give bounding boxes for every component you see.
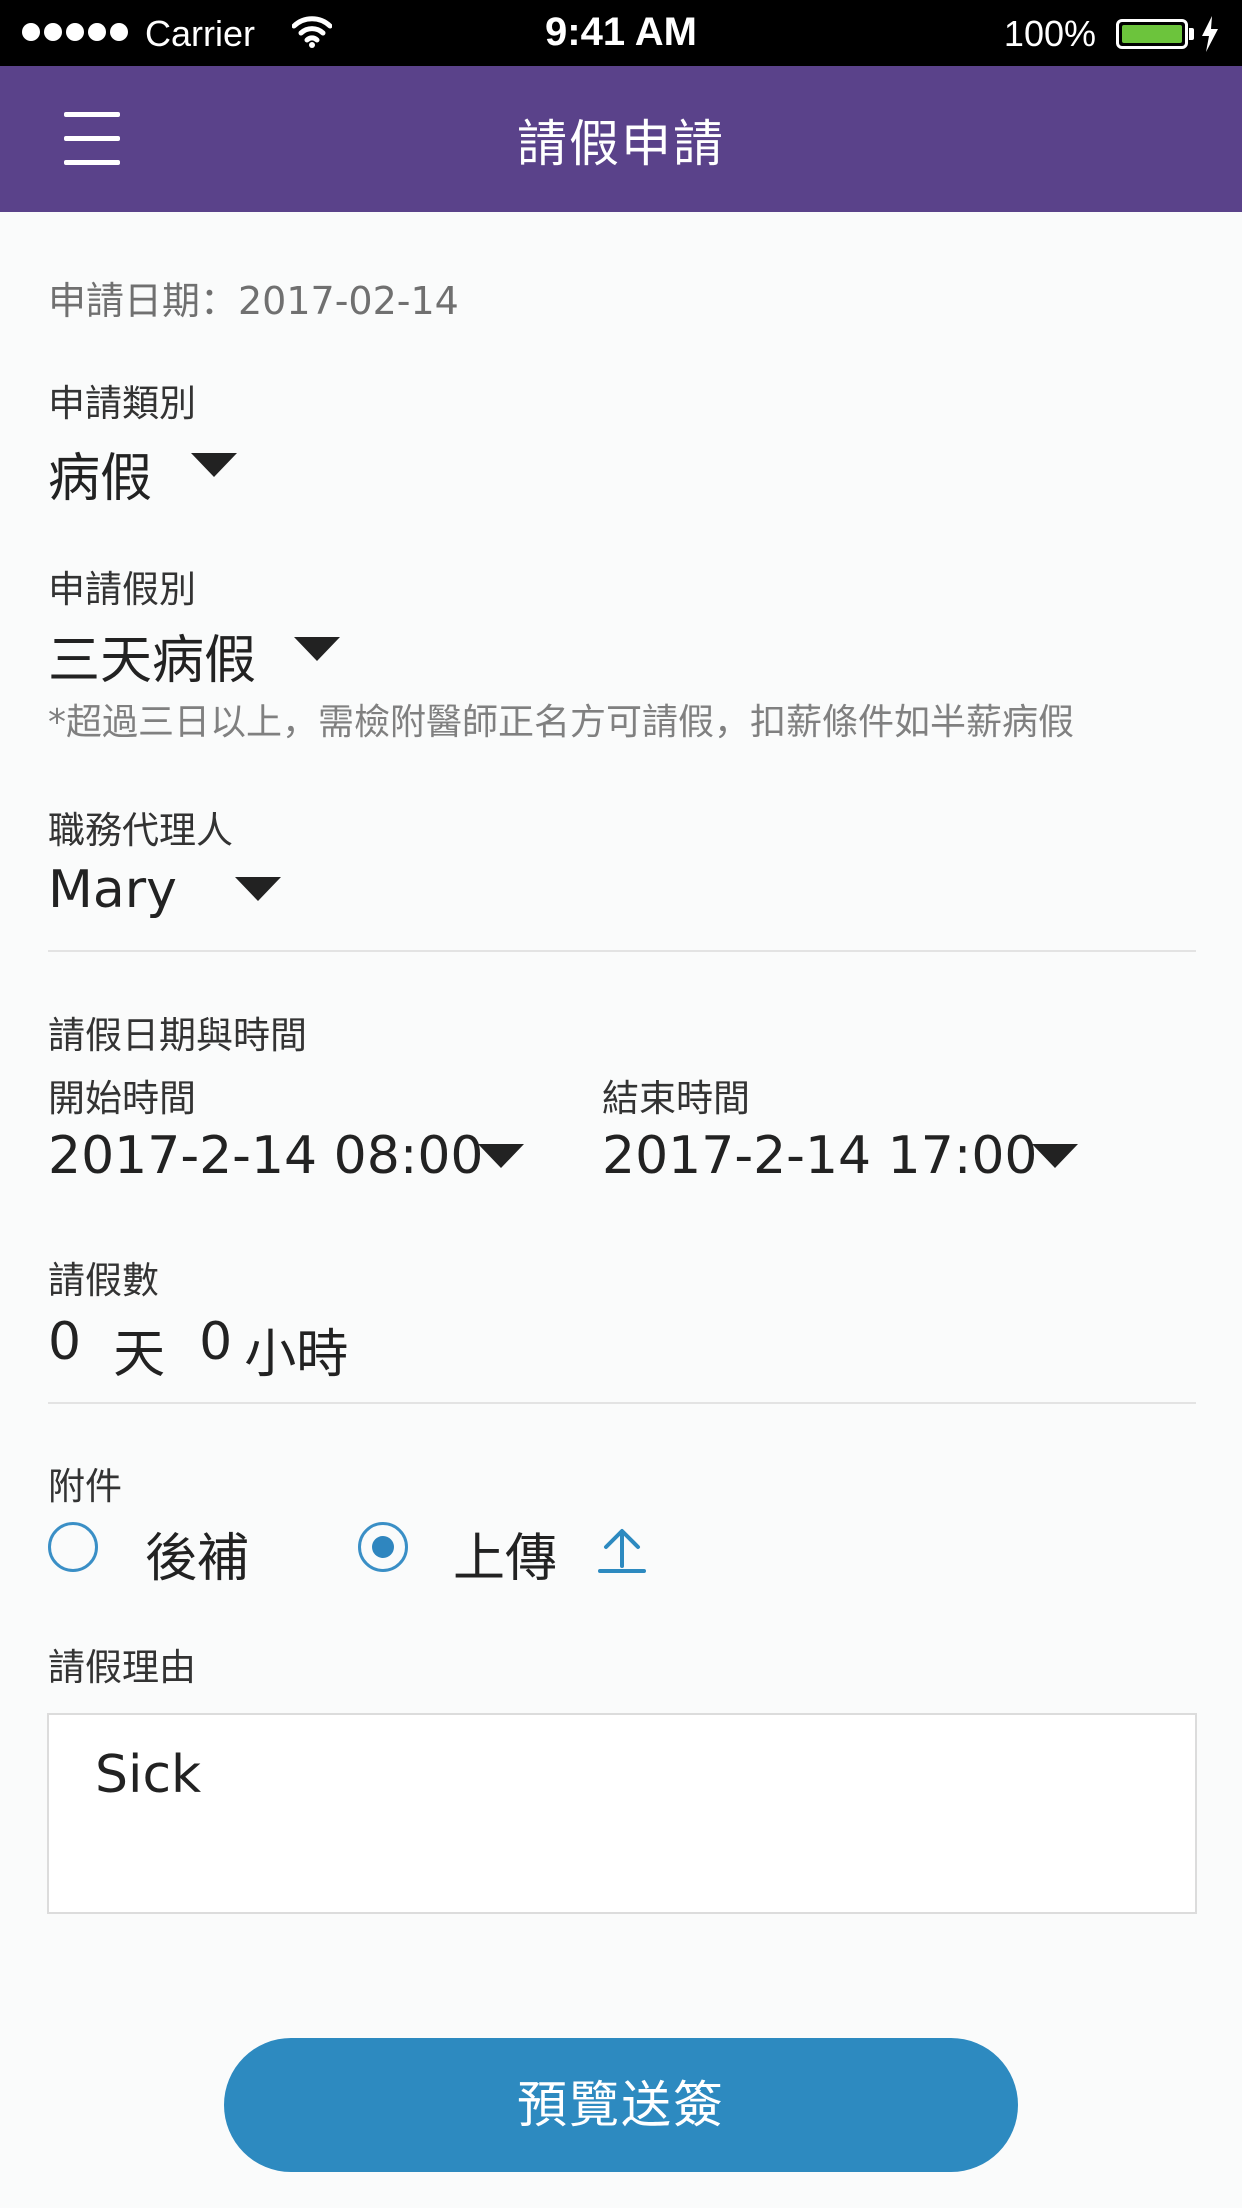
start-time-label: 開始時間 [48,1077,196,1120]
status-bar: Carrier 9:41 AM 100% [0,0,1242,66]
category-dropdown-icon[interactable] [191,453,237,477]
charging-bolt-icon [1200,16,1220,57]
page-title: 請假申請 [517,115,725,173]
leave-days-unit: 天 [113,1325,166,1385]
battery-icon [1116,19,1188,49]
reason-label: 請假理由 [48,1646,196,1689]
end-time-label: 結束時間 [602,1077,750,1120]
divider [48,950,1196,952]
upload-icon[interactable] [596,1522,648,1578]
deputy-select[interactable]: Mary [48,860,177,920]
leave-count-value: 0 天 0 小時 [48,1312,348,1387]
attachment-later-label[interactable]: 後補 [145,1516,249,1591]
category-select[interactable]: 病假 [48,436,152,511]
leave-type-note: *超過三日以上，需檢附醫師正名方可請假，扣薪條件如半薪病假 [48,702,1075,743]
divider [48,1402,1196,1404]
attachment-upload-radio[interactable] [358,1522,408,1572]
period-label: 請假日期與時間 [48,1014,307,1057]
start-time-dropdown-icon[interactable] [478,1144,524,1168]
leave-type-label: 申請假別 [48,568,196,611]
leave-hours: 0 [199,1312,233,1372]
leave-type-dropdown-icon[interactable] [294,637,340,661]
leave-hours-unit: 小時 [244,1325,349,1385]
deputy-dropdown-icon[interactable] [235,877,281,901]
reason-textarea[interactable]: Sick [47,1713,1197,1914]
attachment-upload-label[interactable]: 上傳 [453,1516,557,1591]
category-label: 申請類別 [48,382,196,425]
header-bar: 請假申請 [0,66,1242,212]
leave-type-select[interactable]: 三天病假 [48,618,256,693]
start-time-select[interactable]: 2017-2-14 08:00 [48,1126,484,1186]
deputy-label: 職務代理人 [48,809,233,852]
end-time-select[interactable]: 2017-2-14 17:00 [602,1126,1038,1186]
leave-count-label: 請假數 [48,1259,159,1302]
apply-date: 申請日期：2017-02-14 [48,279,459,323]
battery-tip [1189,28,1194,40]
preview-submit-button[interactable]: 預覽送簽 [224,2038,1018,2172]
attachment-label: 附件 [48,1465,122,1508]
battery-percentage: 100% [1003,13,1096,54]
end-time-dropdown-icon[interactable] [1032,1144,1078,1168]
leave-days: 0 [48,1312,82,1372]
attachment-later-radio[interactable] [48,1522,98,1572]
